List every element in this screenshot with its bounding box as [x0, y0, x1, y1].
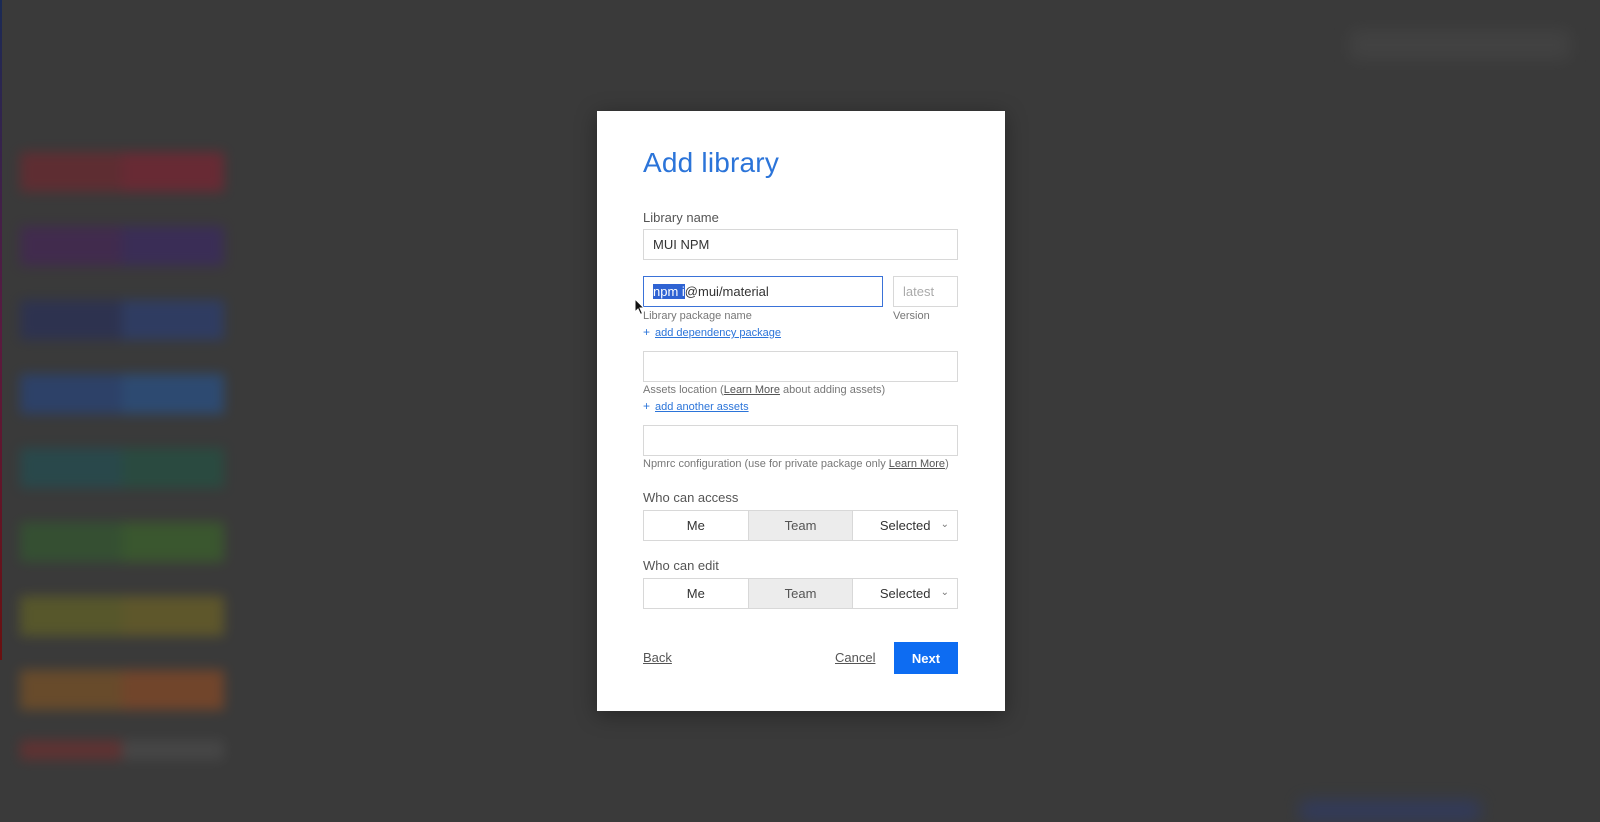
- version-help: Version: [893, 310, 930, 322]
- dialog-title: Add library: [643, 147, 780, 178]
- chevron-down-icon: ⌄: [940, 519, 950, 530]
- color-swatch-row: [20, 740, 224, 760]
- library-name-label: Library name: [643, 210, 719, 225]
- next-button[interactable]: Next: [894, 642, 958, 674]
- color-swatch-row: [20, 670, 224, 710]
- package-name-input[interactable]: npm i @mui/material: [643, 276, 883, 307]
- assets-help-suffix: about adding assets): [779, 384, 886, 396]
- version-placeholder: latest: [903, 284, 935, 299]
- npmrc-help: Npmrc configuration (use for private pac…: [643, 458, 949, 470]
- color-swatch-row: [20, 448, 224, 488]
- access-segmented-control: Me Team Selected ⌄: [643, 510, 958, 541]
- add-dependency-link[interactable]: + add dependency package: [643, 325, 781, 339]
- edit-option-selected[interactable]: Selected ⌄: [853, 579, 957, 608]
- add-assets-label: add another assets: [655, 401, 749, 413]
- edit-option-selected-label: Selected: [879, 586, 931, 601]
- assets-help: Assets location (Learn More about adding…: [643, 384, 885, 396]
- access-option-team[interactable]: Team: [748, 511, 854, 540]
- access-option-me[interactable]: Me: [644, 511, 749, 540]
- access-label: Who can access: [643, 490, 739, 505]
- window-edge: [0, 0, 2, 660]
- assets-location-input[interactable]: [643, 351, 958, 382]
- edit-option-team[interactable]: Team: [748, 579, 854, 608]
- add-library-dialog: Add library Library name npm i @mui/mate…: [597, 111, 1005, 711]
- npmrc-learn-more-link[interactable]: Learn More: [889, 458, 945, 470]
- edit-label: Who can edit: [643, 558, 719, 573]
- back-button[interactable]: Back: [643, 650, 672, 665]
- edit-option-me[interactable]: Me: [644, 579, 749, 608]
- color-swatch-row: [20, 226, 224, 266]
- cancel-button[interactable]: Cancel: [835, 650, 875, 665]
- access-option-selected[interactable]: Selected ⌄: [853, 511, 957, 540]
- color-swatch-row: [20, 152, 224, 192]
- add-assets-link[interactable]: + add another assets: [643, 399, 749, 413]
- chevron-down-icon: ⌄: [940, 587, 950, 598]
- npmrc-input[interactable]: [643, 425, 958, 456]
- color-swatch-row: [20, 300, 224, 340]
- access-option-selected-label: Selected: [879, 518, 931, 533]
- package-text: @mui/material: [684, 284, 769, 299]
- mouse-cursor-icon: [634, 298, 646, 316]
- assets-help-prefix: Assets location (: [643, 384, 724, 396]
- package-name-help: Library package name: [643, 310, 752, 322]
- selected-text: npm i: [653, 284, 685, 299]
- color-swatch-row: [20, 596, 224, 636]
- npmrc-help-suffix: ): [945, 458, 949, 470]
- npmrc-help-prefix: Npmrc configuration (use for private pac…: [643, 458, 889, 470]
- background-block: [1350, 30, 1570, 60]
- library-name-input[interactable]: [643, 229, 958, 260]
- color-swatch-row: [20, 374, 224, 414]
- version-input[interactable]: latest: [893, 276, 958, 307]
- edit-segmented-control: Me Team Selected ⌄: [643, 578, 958, 609]
- assets-learn-more-link[interactable]: Learn More: [724, 384, 780, 396]
- plus-icon: +: [643, 399, 651, 413]
- color-swatch-row: [20, 522, 224, 562]
- add-dependency-label: add dependency package: [655, 327, 782, 339]
- plus-icon: +: [643, 325, 651, 339]
- background-block: [1300, 800, 1480, 822]
